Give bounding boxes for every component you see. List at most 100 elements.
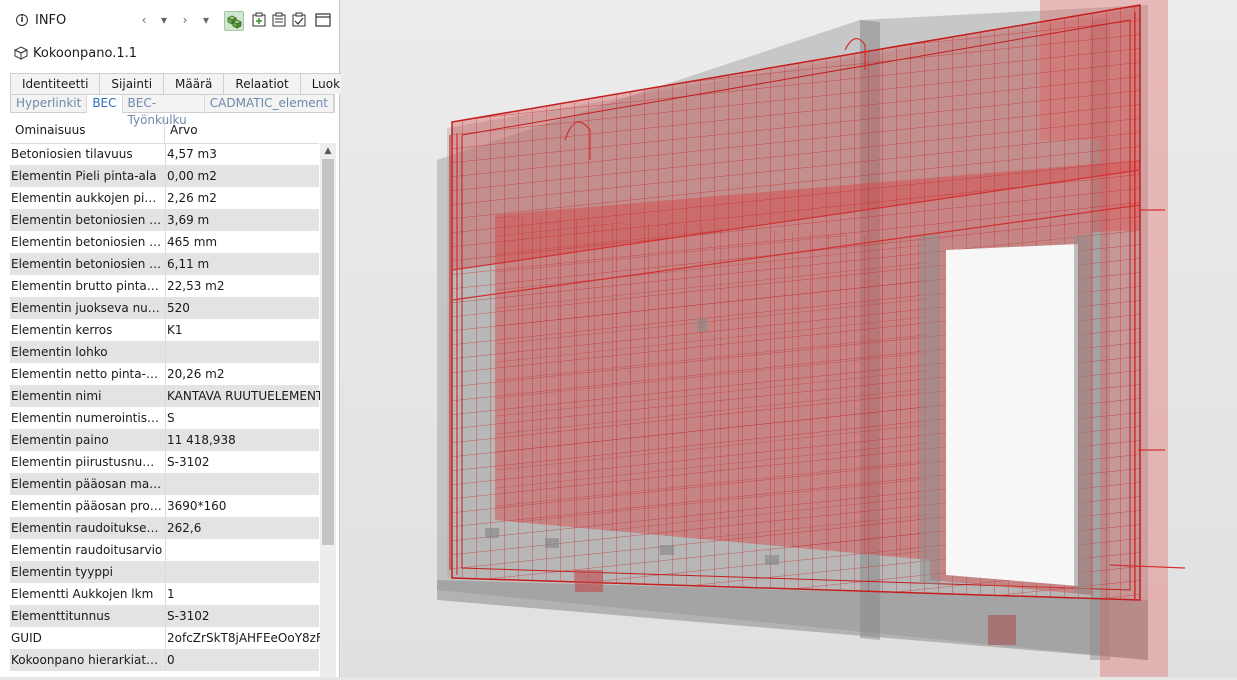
table-row[interactable]: Elementin Pieli pinta-ala 0,00 m2 <box>10 165 319 187</box>
tab-sijainti[interactable]: Sijainti <box>99 73 165 94</box>
table-row[interactable]: Elementin netto pinta-ala 20,26 m2 <box>10 363 319 385</box>
forward-button[interactable]: › <box>177 12 193 28</box>
scroll-thumb[interactable] <box>322 159 334 545</box>
property-value: 2ofcZrSkT8jAHFEeOoY8zF <box>165 627 320 649</box>
window-opening[interactable] <box>920 232 1092 595</box>
property-value: KANTAVA RUUTUELEMENTTI <box>165 385 320 407</box>
property-value: 4,57 m3 <box>165 143 320 165</box>
property-name: Elementin betoniosien pak... <box>11 235 163 249</box>
clipboard-icon <box>272 12 286 27</box>
window-button[interactable] <box>314 11 334 31</box>
object-name: Kokoonpano.1.1 <box>33 46 138 61</box>
table-row[interactable]: Elementin betoniosien pak...465 mm <box>10 231 319 253</box>
scroll-up-arrow-icon[interactable]: ▲ <box>320 143 336 159</box>
table-row[interactable]: Elementin kerros K1 <box>10 319 319 341</box>
property-name: Elementtitunnus <box>11 609 111 623</box>
property-value: 1 <box>165 583 320 605</box>
assembly-cube-icon <box>14 46 28 60</box>
panel-title: INFO <box>35 13 67 28</box>
property-value: 22,53 m2 <box>165 275 320 297</box>
property-value <box>165 561 320 583</box>
table-row[interactable]: Betoniosien tilavuus 4,57 m3 <box>10 143 319 165</box>
table-row[interactable]: Kokoonpano hierarkiataso 0 <box>10 649 319 671</box>
tab-bec-tyonkulku[interactable]: BEC-Työnkulku <box>123 95 205 127</box>
property-name: Elementin piirustusnumero <box>11 455 163 469</box>
cubes-green-icon <box>227 15 242 29</box>
property-name: Elementin nimi <box>11 389 102 403</box>
property-value: 11 418,938 <box>165 429 320 451</box>
property-value: 3,69 m <box>165 209 320 231</box>
select-objects-button[interactable] <box>224 11 244 31</box>
clipboard-check-icon <box>292 12 306 27</box>
property-name: GUID <box>11 631 42 645</box>
table-row[interactable]: Elementin numerointisarja S <box>10 407 319 429</box>
table-row[interactable]: Elementin pääosan profiili 3690*160 <box>10 495 319 517</box>
tab-relaatiot[interactable]: Relaatiot <box>223 73 301 94</box>
table-row[interactable]: Elementin pääosan materia... <box>10 473 319 495</box>
property-name: Elementin tyyppi <box>11 565 113 579</box>
property-value: 3690*160 <box>165 495 320 517</box>
tab-bec[interactable]: BEC <box>87 95 123 113</box>
tab-hyperlinkit[interactable]: Hyperlinkit <box>11 95 88 113</box>
property-value: 520 <box>165 297 320 319</box>
back-button[interactable]: ‹ <box>136 12 152 28</box>
tab-cadmatic-element[interactable]: CADMATIC_element <box>205 95 334 113</box>
table-row[interactable]: Elementtitunnus S-3102 <box>10 605 319 627</box>
table-header: Ominaisuus Arvo <box>10 115 319 144</box>
property-value: 2,26 m2 <box>165 187 320 209</box>
list-button[interactable] <box>270 11 290 31</box>
info-panel: i INFO ‹ ▾ › ▾ Kokoonpano.1.1 Identiteet… <box>0 0 384 677</box>
table-row[interactable]: Elementin lohko <box>10 341 319 363</box>
table-row[interactable]: Elementin piirustusnumero S-3102 <box>10 451 319 473</box>
property-value: 20,26 m2 <box>165 363 320 385</box>
tab-identiteetti[interactable]: Identiteetti <box>10 73 101 94</box>
clipboard-plus-icon <box>252 12 266 27</box>
3d-viewport[interactable] <box>341 0 1237 677</box>
property-name: Elementin betoniosien kor... <box>11 213 163 227</box>
forward-menu-button[interactable]: ▾ <box>198 12 214 28</box>
property-name: Elementin brutto pinta-ala <box>11 279 163 293</box>
vertical-scrollbar[interactable]: ▲ <box>320 143 336 677</box>
property-name: Elementin juokseva numer... <box>11 301 163 315</box>
table-row[interactable]: Elementin paino 11 418,938 <box>10 429 319 451</box>
table-row[interactable]: Elementin raudoituksen pa...262,6 <box>10 517 319 539</box>
property-name: Elementin paino <box>11 433 109 447</box>
isolate-button[interactable] <box>250 11 270 31</box>
property-name: Elementin kerros <box>11 323 113 337</box>
property-value <box>165 539 320 561</box>
window-icon <box>315 13 331 27</box>
back-menu-button[interactable]: ▾ <box>156 12 172 28</box>
property-value: 465 mm <box>165 231 320 253</box>
table-row[interactable]: Elementin betoniosien kor... 3,69 m <box>10 209 319 231</box>
table-row[interactable]: Elementin raudoitusarvio <box>10 539 319 561</box>
model-view[interactable] <box>341 0 1237 677</box>
property-name: Elementti Aukkojen lkm <box>11 587 154 601</box>
tab-bar-primary: Identiteetti Sijainti Määrä Relaatiot Lu… <box>10 73 384 94</box>
column-header-property[interactable]: Ominaisuus <box>15 123 85 137</box>
column-header-value[interactable]: Arvo <box>170 123 198 137</box>
property-value <box>165 473 320 495</box>
property-name: Elementin pääosan profiili <box>11 499 163 513</box>
property-name: Elementin raudoituksen pa... <box>11 521 163 535</box>
property-value <box>165 341 320 363</box>
property-name: Kokoonpano hierarkiataso <box>11 653 163 667</box>
table-row[interactable]: Elementin aukkojen pinta-... 2,26 m2 <box>10 187 319 209</box>
property-name: Elementin pääosan materia... <box>11 477 163 491</box>
property-value: K1 <box>165 319 320 341</box>
property-name: Elementin raudoitusarvio <box>11 543 163 557</box>
table-row[interactable]: Elementin betoniosien pitu...6,11 m <box>10 253 319 275</box>
info-icon: i <box>16 14 28 26</box>
table-row[interactable]: Elementin tyyppi <box>10 561 319 583</box>
property-value: 0,00 m2 <box>165 165 320 187</box>
table-row[interactable]: Elementti Aukkojen lkm 1 <box>10 583 319 605</box>
report-button[interactable] <box>290 11 310 31</box>
column-divider[interactable] <box>164 115 165 143</box>
table-row[interactable]: Elementin juokseva numer...520 <box>10 297 319 319</box>
property-value: 6,11 m <box>165 253 320 275</box>
property-name: Elementin netto pinta-ala <box>11 367 163 381</box>
table-row[interactable]: Elementin nimi KANTAVA RUUTUELEMENTTI <box>10 385 320 407</box>
table-row[interactable]: GUID 2ofcZrSkT8jAHFEeOoY8zF <box>10 627 320 649</box>
tab-maara[interactable]: Määrä <box>163 73 225 94</box>
property-value: S-3102 <box>165 605 320 627</box>
table-row[interactable]: Elementin brutto pinta-ala 22,53 m2 <box>10 275 319 297</box>
